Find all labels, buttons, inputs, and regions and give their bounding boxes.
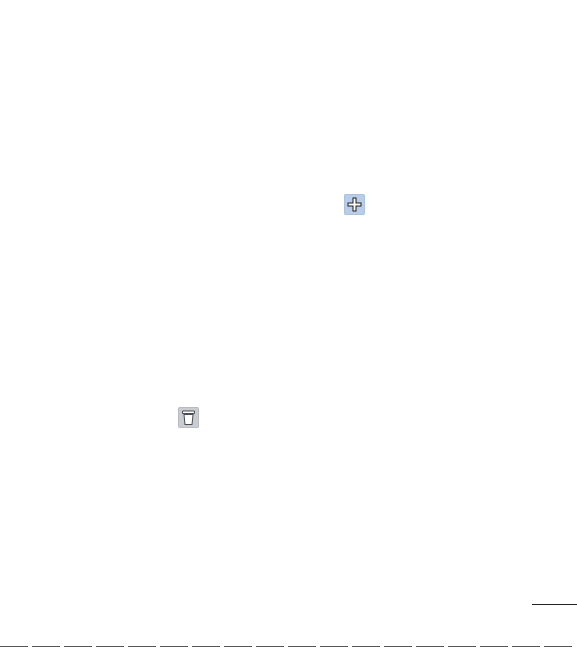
divider-dash	[384, 646, 412, 647]
add-button[interactable]	[344, 194, 365, 215]
divider-dash	[256, 646, 284, 647]
divider-dash	[448, 646, 476, 647]
divider-dash	[128, 646, 156, 647]
divider-dash	[96, 646, 124, 647]
divider-dash	[320, 646, 348, 647]
footer-rule	[532, 604, 577, 605]
divider-dash	[192, 646, 220, 647]
bottom-dashed-divider	[0, 646, 577, 647]
divider-dash	[480, 646, 508, 647]
divider-dash	[0, 646, 28, 647]
divider-dash	[512, 646, 540, 647]
divider-dash	[64, 646, 92, 647]
divider-dash	[352, 646, 380, 647]
delete-button[interactable]	[178, 407, 199, 428]
plus-icon	[347, 197, 362, 212]
divider-dash	[544, 646, 572, 647]
divider-dash	[160, 646, 188, 647]
divider-dash	[32, 646, 60, 647]
divider-dash	[416, 646, 444, 647]
divider-dash	[224, 646, 252, 647]
trash-icon	[182, 410, 195, 425]
divider-dash	[288, 646, 316, 647]
